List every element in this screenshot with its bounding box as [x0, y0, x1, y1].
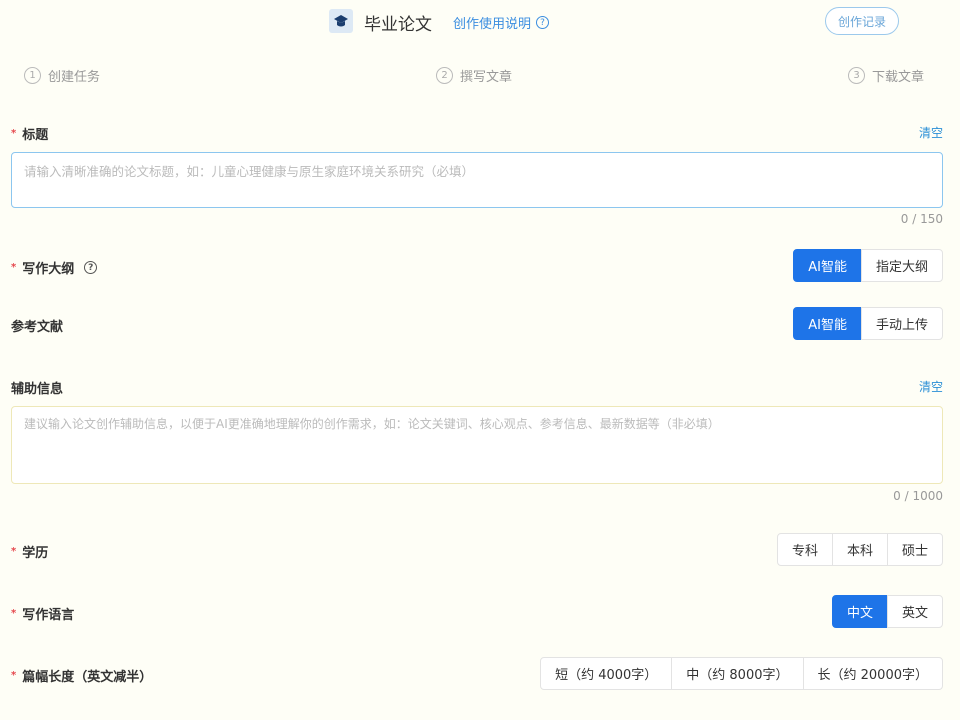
references-ai-option[interactable]: AI智能	[793, 307, 862, 340]
aux-clear-button[interactable]: 清空	[919, 378, 943, 395]
language-option[interactable]: 中文	[831, 595, 888, 628]
required-icon: *	[11, 262, 17, 273]
language-toggle: 中文 英文	[831, 595, 943, 628]
required-icon: *	[11, 670, 17, 681]
length-toggle: 短（约 4000字） 中（约 8000字） 长（约 20000字）	[540, 657, 943, 690]
step-label: 创建任务	[48, 70, 101, 85]
label-text: 学历	[22, 546, 49, 561]
step-label: 下载文章	[872, 70, 925, 85]
outline-label: * 写作大纲?	[11, 258, 98, 277]
aux-char-count: 0 / 1000	[893, 489, 943, 503]
question-icon: ?	[536, 16, 550, 29]
label-text: 标题	[22, 128, 49, 143]
step-number: 2	[436, 67, 453, 84]
help-link[interactable]: 创作使用说明?	[453, 13, 550, 32]
step-2: 2 撰写文章	[436, 66, 512, 85]
title-char-count: 0 / 150	[900, 212, 943, 226]
step-number: 1	[24, 67, 41, 84]
outline-toggle: AI智能 指定大纲	[793, 249, 943, 282]
required-icon: *	[11, 546, 17, 557]
title-clear-button[interactable]: 清空	[919, 124, 943, 141]
language-option[interactable]: 英文	[886, 595, 943, 628]
aux-label: 辅助信息	[11, 378, 63, 397]
outline-ai-option[interactable]: AI智能	[793, 249, 862, 282]
references-toggle: AI智能 手动上传	[793, 307, 943, 340]
step-label: 撰写文章	[460, 70, 513, 85]
length-option[interactable]: 短（约 4000字）	[540, 657, 673, 690]
page-title: 毕业论文	[364, 15, 432, 35]
label-text: 参考文献	[11, 320, 64, 335]
step-number: 3	[848, 67, 865, 84]
length-option[interactable]: 长（约 20000字）	[802, 657, 943, 690]
help-link-label: 创作使用说明	[453, 17, 532, 32]
label-text: 篇幅长度（英文减半）	[22, 670, 153, 685]
required-icon: *	[11, 128, 17, 139]
graduation-cap-icon	[329, 9, 353, 33]
title-input[interactable]: 请输入清晰准确的论文标题，如：儿童心理健康与原生家庭环境关系研究（必填）	[11, 152, 943, 208]
outline-custom-option[interactable]: 指定大纲	[860, 249, 943, 282]
title-label: * 标题	[11, 124, 48, 143]
step-1: 1 创建任务	[24, 66, 100, 85]
degree-option[interactable]: 本科	[831, 533, 888, 566]
aux-textarea[interactable]: 建议输入论文创作辅助信息，以便于AI更准确地理解你的创作需求，如：论文关键词、核…	[11, 406, 943, 484]
label-text: 写作语言	[22, 608, 75, 623]
degree-label: * 学历	[11, 542, 48, 561]
degree-toggle: 专科 本科 硕士	[776, 533, 943, 566]
language-label: * 写作语言	[11, 604, 74, 623]
question-icon[interactable]: ?	[84, 261, 98, 274]
step-3: 3 下载文章	[848, 66, 924, 85]
length-option[interactable]: 中（约 8000字）	[671, 657, 804, 690]
record-button[interactable]: 创作记录	[825, 7, 899, 35]
label-text: 辅助信息	[11, 382, 64, 397]
length-label: * 篇幅长度（英文减半）	[11, 666, 152, 685]
required-icon: *	[11, 608, 17, 619]
label-text: 写作大纲	[22, 262, 75, 277]
references-upload-option[interactable]: 手动上传	[860, 307, 943, 340]
degree-option[interactable]: 专科	[776, 533, 833, 566]
degree-option[interactable]: 硕士	[886, 533, 943, 566]
references-label: 参考文献	[11, 316, 63, 335]
